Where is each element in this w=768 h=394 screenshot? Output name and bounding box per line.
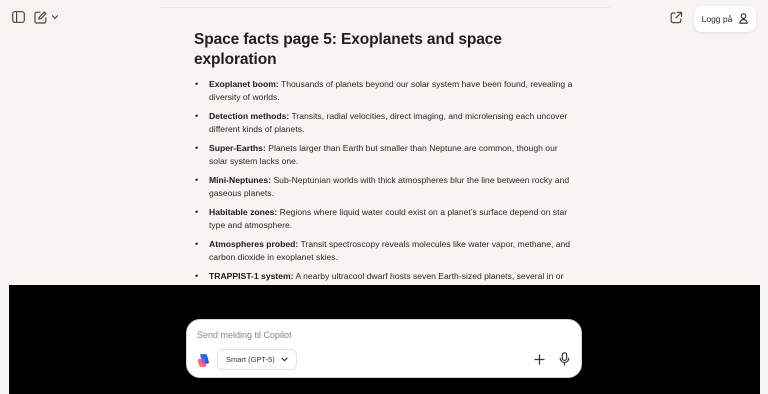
message-input[interactable] <box>197 328 557 342</box>
list-item: Atmospheres probed: Transit spectroscopy… <box>194 238 574 265</box>
share-icon[interactable] <box>668 9 684 25</box>
fact-term: Super-Earths: <box>209 143 266 153</box>
fact-term: Atmospheres probed: <box>209 239 299 249</box>
fact-term: Mini-Neptunes: <box>209 175 272 185</box>
microphone-icon[interactable] <box>557 351 571 367</box>
fact-term: TRAPPIST-1 system: <box>209 271 294 281</box>
user-icon <box>739 12 749 26</box>
chevron-down-icon <box>281 355 288 364</box>
list-item: Mini-Neptunes: Sub-Neptunian worlds with… <box>194 174 574 201</box>
sidebar-toggle-icon[interactable] <box>10 9 26 25</box>
model-selector[interactable]: Smart (GPT-5) <box>217 349 297 370</box>
model-label: Smart (GPT-5) <box>226 355 275 364</box>
fact-term: Exoplanet boom: <box>209 79 279 89</box>
login-button[interactable]: Logg på <box>694 6 756 32</box>
copilot-logo-icon <box>197 353 211 367</box>
top-divider <box>160 7 610 8</box>
fact-term: Habitable zones: <box>209 207 278 217</box>
chevron-down-icon[interactable] <box>50 9 60 25</box>
list-item: Habitable zones: Regions where liquid wa… <box>194 206 574 233</box>
list-item: Super-Earths: Planets larger than Earth … <box>194 142 574 169</box>
plus-icon[interactable] <box>532 352 546 366</box>
list-item: Detection methods: Transits, radial velo… <box>194 110 574 137</box>
facts-list: Exoplanet boom: Thousands of planets bey… <box>194 78 574 297</box>
new-chat-icon[interactable] <box>32 9 48 25</box>
login-label: Logg på <box>701 14 733 24</box>
message-content: Space facts page 5: Exoplanets and space… <box>194 30 574 302</box>
fact-term: Detection methods: <box>209 111 290 121</box>
page-title: Space facts page 5: Exoplanets and space… <box>194 31 502 68</box>
composer: Smart (GPT-5) <box>186 319 582 378</box>
list-item: Exoplanet boom: Thousands of planets bey… <box>194 78 574 105</box>
